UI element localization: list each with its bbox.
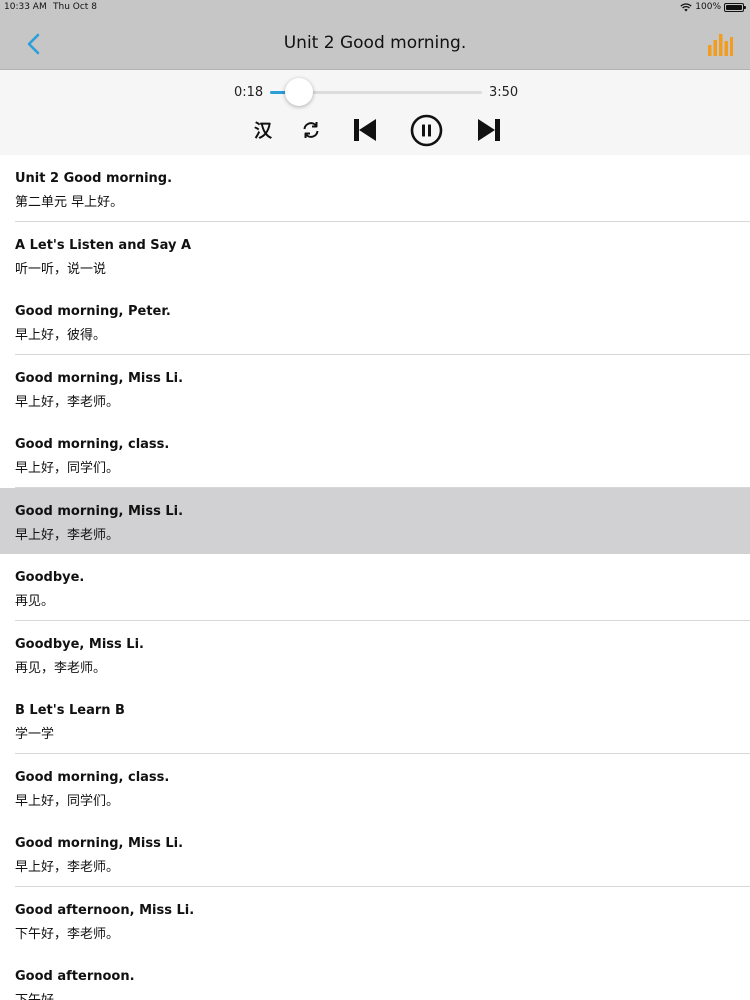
next-track-icon: [478, 119, 500, 141]
status-date: Thu Oct 8: [53, 2, 97, 12]
sentence-row[interactable]: B Let's Learn B 学一学: [0, 687, 750, 754]
sentence-chinese: 早上好，同学们。: [15, 461, 120, 476]
current-time: 0:18: [234, 85, 264, 100]
sentence-row[interactable]: Good morning, Peter. 早上好，彼得。: [0, 288, 750, 355]
sentence-chinese: 早上好，彼得。: [15, 328, 107, 343]
sentence-english: Unit 2 Good morning.: [15, 171, 173, 186]
playlist-equalizer-button[interactable]: [706, 31, 734, 59]
pause-button[interactable]: [410, 114, 443, 147]
sentence-chinese: 再见。: [15, 594, 55, 609]
sentence-chinese: 早上好，李老师。: [15, 860, 120, 875]
equalizer-bars-icon: [708, 34, 733, 56]
sentence-chinese: 下午好，李老师。: [15, 927, 120, 942]
progress-slider[interactable]: [270, 78, 482, 106]
sentence-english: Goodbye, Miss Li.: [15, 637, 144, 652]
sentence-chinese: 早上好，同学们。: [15, 794, 120, 809]
sentence-row[interactable]: Goodbye. 再见。: [0, 554, 750, 621]
sentence-english: Good morning, Miss Li.: [15, 836, 184, 851]
sentence-row[interactable]: Good afternoon, Miss Li. 下午好，李老师。: [0, 887, 750, 954]
sentence-english: Good morning, Miss Li.: [15, 504, 184, 519]
sentence-chinese: 第二单元 早上好。: [15, 195, 124, 210]
sentence-chinese: 早上好，李老师。: [15, 395, 120, 410]
navigation-bar: Unit 2 Good morning.: [0, 15, 750, 70]
progress-thumb[interactable]: [284, 78, 313, 106]
repeat-icon: [303, 122, 319, 138]
sentence-english: Good morning, Peter.: [15, 304, 171, 319]
next-track-button[interactable]: [476, 116, 502, 144]
sentence-chinese: 早上好，李老师。: [15, 528, 120, 543]
sentence-chinese: 听一听，说一说: [15, 262, 107, 277]
sentence-english: Good afternoon, Miss Li.: [15, 903, 195, 918]
sentence-row[interactable]: Unit 2 Good morning. 第二单元 早上好。: [0, 155, 750, 222]
battery-icon: [724, 2, 746, 12]
status-right: 100%: [680, 2, 746, 12]
sentence-row[interactable]: Good morning, class. 早上好，同学们。: [0, 754, 750, 821]
sentence-english: Goodbye.: [15, 570, 85, 585]
status-time: 10:33 AM: [4, 2, 47, 12]
sentence-row[interactable]: Good morning, Miss Li. 早上好，李老师。: [0, 820, 750, 887]
sentence-english: Good morning, class.: [15, 437, 170, 452]
status-bar: 10:33 AM Thu Oct 8 100%: [0, 0, 750, 15]
previous-track-icon: [354, 119, 376, 141]
sentence-list: Unit 2 Good morning. 第二单元 早上好。 A Let's Lis…: [0, 155, 750, 1000]
sentence-row[interactable]: Good morning, class. 早上好，同学们。: [0, 421, 750, 488]
sentence-row[interactable]: Good afternoon. 下午好。: [0, 953, 750, 1000]
sentence-row[interactable]: A Let's Listen and Say A 听一听，说一说: [0, 222, 750, 289]
total-time: 3:50: [489, 85, 519, 100]
sentence-english: Good afternoon.: [15, 969, 135, 984]
sentence-english: Good morning, class.: [15, 770, 170, 785]
sentence-english: A Let's Listen and Say A: [15, 238, 192, 253]
repeat-button[interactable]: [300, 116, 322, 144]
pause-icon: [410, 114, 443, 147]
battery-percent: 100%: [695, 2, 721, 12]
previous-track-button[interactable]: [352, 116, 378, 144]
sentence-chinese: 再见，李老师。: [15, 661, 107, 676]
sentence-english: B Let's Learn B: [15, 703, 125, 718]
page-title: Unit 2 Good morning.: [283, 33, 467, 53]
sentence-chinese: 学一学: [15, 727, 55, 742]
sentence-english: Good morning, Miss Li.: [15, 371, 184, 386]
wifi-icon: [680, 2, 692, 11]
sentence-row[interactable]: Goodbye, Miss Li. 再见，李老师。: [0, 621, 750, 688]
sentence-row[interactable]: Good morning, Miss Li. 早上好，李老师。: [0, 488, 750, 555]
audio-player: 0:18 3:50 汉: [0, 70, 750, 155]
sentence-row[interactable]: Good morning, Miss Li. 早上好，李老师。: [0, 355, 750, 422]
chinese-translation-toggle[interactable]: 汉: [250, 116, 276, 144]
sentence-chinese: 下午好。: [15, 989, 67, 1000]
